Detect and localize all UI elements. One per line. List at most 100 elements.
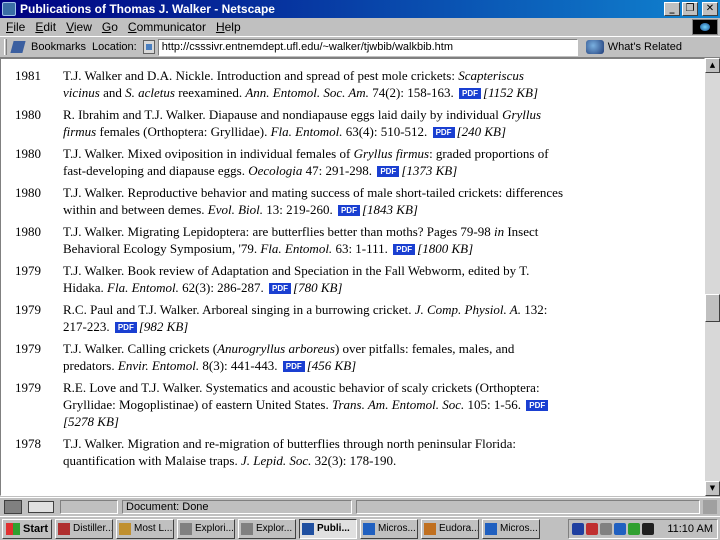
url-input[interactable] bbox=[157, 38, 578, 56]
taskbar-button[interactable]: Explor... bbox=[238, 518, 296, 539]
vertical-scrollbar[interactable]: ▲ ▼ bbox=[705, 58, 720, 496]
close-button[interactable]: ✕ bbox=[702, 2, 718, 16]
publication-citation: T.J. Walker. Reproductive behavior and m… bbox=[63, 185, 564, 217]
taskbar-button[interactable]: Eudora... bbox=[421, 518, 479, 539]
menu-item[interactable]: View bbox=[66, 20, 92, 34]
tray-icon[interactable] bbox=[642, 522, 654, 535]
publication-entry: 1979 R.C. Paul and T.J. Walker. Arboreal … bbox=[1, 301, 704, 335]
publication-citation: R. Ibrahim and T.J. Walker. Diapause and… bbox=[63, 107, 542, 139]
menu-bar: File Edit View Go Communicator Help bbox=[0, 18, 720, 36]
menu-item[interactable]: Go bbox=[102, 20, 118, 34]
publication-entry: 1980 T.J. Walker. Migrating Lepidoptera: … bbox=[1, 223, 704, 257]
pdf-file-size: [1152 KB] bbox=[483, 85, 539, 100]
security-icon[interactable] bbox=[4, 499, 22, 514]
tray-icon[interactable] bbox=[628, 522, 640, 535]
menu-mnemonic: V bbox=[66, 20, 74, 34]
menu-item[interactable]: Edit bbox=[35, 20, 56, 34]
bookmarks-button[interactable]: Bookmarks bbox=[31, 41, 86, 53]
location-toolbar: Bookmarks Location: What's Related bbox=[0, 36, 720, 58]
publication-citation: T.J. Walker and D.A. Nickle. Introductio… bbox=[63, 68, 539, 100]
publication-year: 1979 bbox=[15, 380, 41, 395]
task-label: Distiller... bbox=[73, 523, 113, 534]
pdf-link-icon[interactable]: PDF bbox=[526, 400, 549, 411]
menu-label: o bbox=[111, 20, 118, 34]
publication-year: 1979 bbox=[15, 302, 41, 317]
tray-icon[interactable] bbox=[600, 522, 612, 535]
pdf-file-size: [982 KB] bbox=[138, 319, 189, 334]
taskbar-button[interactable]: Most L... bbox=[116, 518, 174, 539]
status-spacer bbox=[356, 499, 700, 514]
pdf-link-icon[interactable]: PDF bbox=[393, 244, 416, 255]
publication-entry: 1979 T.J. Walker. Book review of Adaptati… bbox=[1, 262, 704, 296]
netscape-app-icon[interactable] bbox=[2, 2, 16, 16]
task-label: Explor... bbox=[256, 523, 293, 534]
publication-citation: R.E. Love and T.J. Walker. Systematics a… bbox=[63, 379, 563, 430]
location-label: Location: bbox=[92, 41, 137, 53]
task-app-icon bbox=[119, 522, 131, 535]
publication-year: 1980 bbox=[15, 185, 41, 200]
netscape-throbber-icon[interactable] bbox=[692, 19, 718, 35]
scroll-down-button[interactable]: ▼ bbox=[705, 481, 720, 496]
publication-entry: 1980 T.J. Walker. Mixed oviposition in in… bbox=[1, 145, 704, 179]
whats-related-icon bbox=[585, 40, 604, 54]
taskbar-button[interactable]: Distiller... bbox=[55, 518, 113, 539]
taskbar-button[interactable]: Explori... bbox=[177, 518, 235, 539]
tray-icon[interactable] bbox=[586, 522, 598, 535]
publication-entry: 1981 T.J. Walker and D.A. Nickle. Introdu… bbox=[1, 67, 704, 101]
menu-item[interactable]: Help bbox=[216, 20, 241, 34]
pdf-file-size: [1373 KB] bbox=[401, 163, 458, 178]
publication-year: 1980 bbox=[15, 224, 41, 239]
publication-entry: 1978 T.J. Walker. Migration and re-migrat… bbox=[1, 435, 704, 469]
menu-item[interactable]: File bbox=[6, 20, 25, 34]
pdf-link-icon[interactable]: PDF bbox=[459, 88, 482, 99]
publication-entry: 1979 R.E. Love and T.J. Walker. Systemati… bbox=[1, 379, 704, 430]
scroll-thumb[interactable] bbox=[705, 294, 720, 322]
minimize-button[interactable]: _ bbox=[664, 2, 680, 16]
page-proxy-icon[interactable] bbox=[142, 40, 155, 54]
publication-citation: T.J. Walker. Migration and re-migration … bbox=[63, 436, 517, 468]
task-app-icon bbox=[302, 522, 314, 535]
pdf-link-icon[interactable]: PDF bbox=[282, 361, 305, 372]
title-bar: Publications of Thomas J. Walker - Netsc… bbox=[0, 0, 720, 18]
publication-year: 1979 bbox=[15, 341, 41, 356]
progress-bar bbox=[60, 499, 118, 514]
bookmarks-icon[interactable] bbox=[10, 40, 28, 54]
pdf-link-icon[interactable]: PDF bbox=[432, 127, 455, 138]
pdf-file-size: [780 KB] bbox=[293, 280, 343, 295]
scroll-up-button[interactable]: ▲ bbox=[705, 58, 720, 73]
task-label: Most L... bbox=[134, 523, 173, 534]
taskbar-button[interactable]: Micros... bbox=[360, 518, 418, 539]
menu-mnemonic: G bbox=[101, 20, 112, 34]
task-label: Eudora... bbox=[439, 523, 479, 534]
start-button[interactable]: Start bbox=[2, 518, 52, 539]
tray-icon[interactable] bbox=[614, 522, 626, 535]
task-label: Micros... bbox=[500, 523, 538, 534]
pdf-link-icon[interactable]: PDF bbox=[337, 205, 360, 216]
task-app-icon bbox=[241, 522, 253, 535]
pdf-file-size: [240 KB] bbox=[456, 124, 507, 139]
pdf-link-icon[interactable]: PDF bbox=[269, 283, 292, 294]
publication-year: 1981 bbox=[15, 68, 41, 83]
tray-icon[interactable] bbox=[572, 522, 584, 535]
pdf-file-size: [1843 KB] bbox=[361, 202, 418, 217]
menu-items: File Edit View Go Communicator Help bbox=[6, 20, 251, 34]
online-status-icon[interactable] bbox=[28, 500, 54, 513]
menu-item[interactable]: Communicator bbox=[128, 20, 206, 34]
publication-citation: T.J. Walker. Book review of Adaptation a… bbox=[63, 263, 530, 295]
whats-related-button[interactable]: What's Related bbox=[585, 40, 682, 54]
taskbar-button[interactable]: Publi... bbox=[299, 518, 357, 539]
component-bar-icon[interactable] bbox=[703, 499, 717, 514]
status-text: Document: Done bbox=[122, 499, 352, 514]
task-app-icon bbox=[424, 522, 436, 535]
publication-citation: T.J. Walker. Calling crickets (Anurogryl… bbox=[63, 341, 515, 373]
pdf-file-size: [5278 KB] bbox=[63, 414, 119, 429]
maximize-button[interactable]: ❐ bbox=[682, 2, 698, 16]
taskbar-button[interactable]: Micros... bbox=[482, 518, 540, 539]
publication-year: 1979 bbox=[15, 263, 41, 278]
menu-label: ile bbox=[13, 20, 26, 34]
window-controls: _ ❐ ✕ bbox=[664, 2, 718, 16]
pdf-link-icon[interactable]: PDF bbox=[377, 166, 400, 177]
toolbar-grip[interactable] bbox=[4, 39, 7, 55]
pdf-link-icon[interactable]: PDF bbox=[114, 322, 137, 333]
publication-entry: 1980 R. Ibrahim and T.J. Walker. Diapause… bbox=[1, 106, 704, 140]
